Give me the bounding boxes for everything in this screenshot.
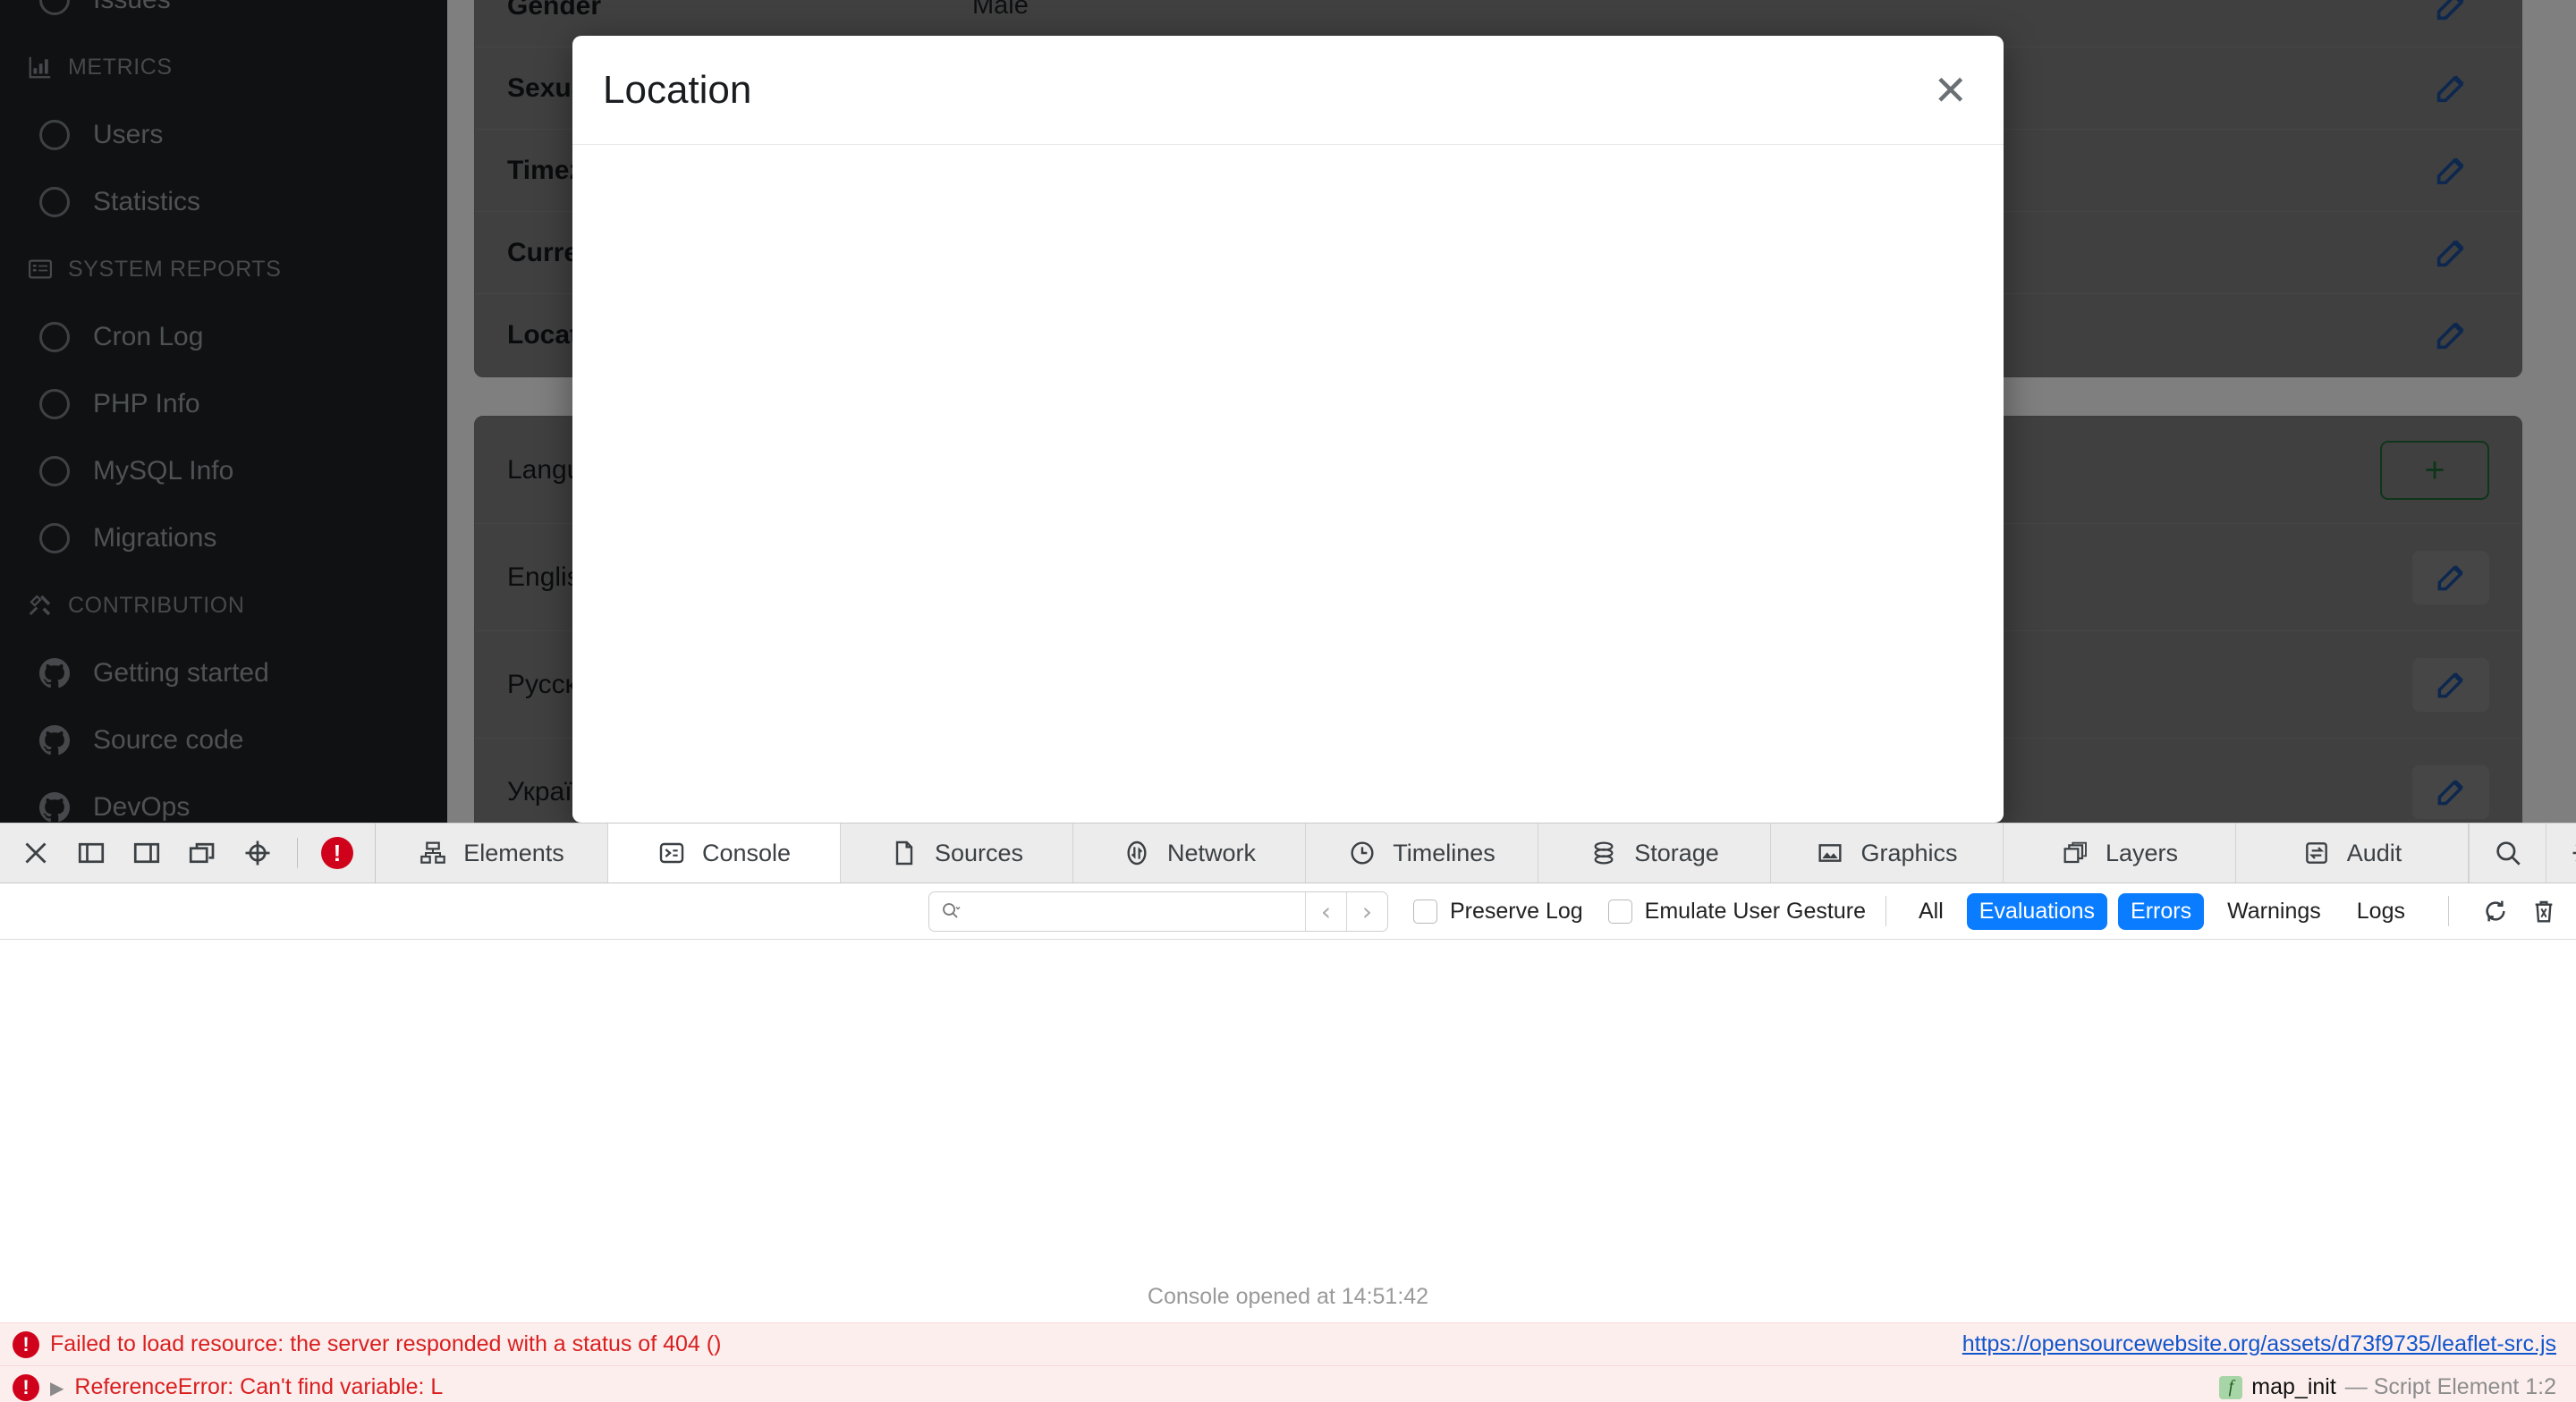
devtools-panel: ! Elements Console Sources Network Timel…	[0, 823, 2576, 1402]
error-icon: !	[13, 1330, 39, 1358]
search-icon	[943, 903, 961, 918]
filter-pill-evaluations[interactable]: Evaluations	[1966, 892, 2108, 930]
tab-elements[interactable]: Elements	[376, 823, 608, 883]
console-log-row[interactable]: ! ▶ ReferenceError: Can't find variable:…	[0, 1365, 2576, 1402]
modal-body-map-area	[572, 145, 2004, 822]
tab-label: Timelines	[1393, 839, 1496, 866]
devtools-tabbar: ! Elements Console Sources Network Timel…	[0, 823, 2576, 883]
audit-icon	[2305, 842, 2327, 864]
console-log-row[interactable]: ! Failed to load resource: the server re…	[0, 1322, 2576, 1365]
modal-header: Location ✕	[572, 36, 2004, 145]
tab-label: Elements	[463, 839, 564, 866]
tab-label: Network	[1166, 839, 1257, 866]
elements-icon	[420, 841, 446, 864]
tab-graphics[interactable]: Graphics	[1771, 823, 2004, 883]
divider	[297, 838, 298, 868]
trash-icon[interactable]	[2529, 897, 2558, 925]
timelines-icon	[1351, 841, 1374, 865]
tab-network[interactable]: Network	[1073, 823, 1306, 883]
checkbox[interactable]	[1412, 899, 1437, 924]
function-icon: f	[2219, 1375, 2243, 1399]
refresh-icon[interactable]	[2481, 897, 2510, 925]
trash-icon-glyph	[2535, 900, 2553, 923]
search-icon-glyph	[2496, 841, 2521, 866]
dock-right-icon[interactable]	[131, 837, 163, 869]
network-icon	[1127, 840, 1147, 866]
tab-sources[interactable]: Sources	[841, 823, 1073, 883]
filter-pill-warnings[interactable]: Warnings	[2215, 893, 2334, 930]
expand-triangle-icon[interactable]: ▶	[50, 1377, 64, 1398]
console-opened-message: Console opened at 14:51:42	[1147, 1284, 1429, 1309]
modal-title: Location	[603, 67, 752, 112]
console-source-name: map_init	[2251, 1374, 2336, 1399]
gear-icon[interactable]	[2546, 823, 2576, 883]
search-icon[interactable]	[2469, 823, 2546, 883]
emulate-user-gesture-label: Emulate User Gesture	[1644, 898, 1866, 924]
console-log-text: ReferenceError: Can't find variable: L	[74, 1374, 444, 1399]
console-search-input[interactable]	[967, 898, 1294, 925]
tab-timelines[interactable]: Timelines	[1306, 823, 1538, 883]
tab-label: Sources	[934, 839, 1024, 866]
filter-pill-errors[interactable]: Errors	[2118, 892, 2205, 930]
tab-label: Layers	[2105, 839, 2179, 866]
filter-pill-logs[interactable]: Logs	[2344, 893, 2418, 930]
gear-icon-glyph	[2572, 844, 2576, 862]
console-filter-bar: ‹ › Preserve Log Emulate User Gesture Al…	[0, 883, 2576, 940]
tab-label: Audit	[2346, 839, 2402, 866]
devtools-controls: !	[0, 823, 376, 883]
console-source-meta: — Script Element 1:2	[2344, 1374, 2556, 1399]
devtools-tab-icons	[2469, 823, 2576, 883]
checkbox[interactable]	[1607, 899, 1632, 924]
search-next-button[interactable]: ›	[1345, 891, 1387, 931]
dock-undock-icon[interactable]	[186, 837, 218, 869]
search-prev-button[interactable]: ‹	[1304, 891, 1346, 931]
error-count-badge[interactable]: !	[321, 837, 353, 869]
emulate-user-gesture-toggle[interactable]: Emulate User Gesture	[1607, 898, 1866, 925]
filter-pill-all[interactable]: All	[1906, 893, 1956, 930]
close-devtools-icon[interactable]	[20, 837, 52, 869]
tab-storage[interactable]: Storage	[1538, 823, 1771, 883]
sources-icon	[895, 840, 913, 866]
inspect-element-icon[interactable]	[242, 837, 274, 869]
console-source-ref[interactable]: f map_init — Script Element 1:2	[2219, 1374, 2556, 1400]
layers-icon	[2063, 841, 2087, 864]
tab-label: Storage	[1634, 839, 1719, 866]
divider	[1885, 896, 1886, 926]
error-icon: !	[13, 1373, 39, 1401]
console-search-box[interactable]	[929, 892, 1305, 931]
dock-left-icon[interactable]	[75, 837, 107, 869]
tab-label: Graphics	[1860, 839, 1958, 866]
refresh-icon-glyph	[2486, 900, 2505, 922]
console-search-group: ‹ ›	[928, 891, 1388, 932]
preserve-log-label: Preserve Log	[1449, 898, 1583, 924]
preserve-log-toggle[interactable]: Preserve Log	[1412, 898, 1583, 925]
console-source-link[interactable]: https://opensourcewebsite.org/assets/d73…	[1962, 1331, 2556, 1357]
tab-console[interactable]: Console	[608, 823, 841, 883]
tab-label: Console	[701, 839, 792, 866]
app-page: Issues METRICS Users Statistics	[0, 0, 2576, 823]
close-icon[interactable]: ✕	[1933, 70, 1968, 111]
console-icon	[659, 842, 684, 864]
console-log-text: Failed to load resource: the server resp…	[50, 1331, 722, 1356]
tab-layers[interactable]: Layers	[2004, 823, 2236, 883]
divider	[2448, 896, 2449, 926]
location-modal: Location ✕	[572, 36, 2004, 823]
graphics-icon	[1818, 844, 1843, 862]
storage-icon	[1594, 841, 1614, 865]
tab-audit[interactable]: Audit	[2236, 823, 2469, 883]
console-output: Console opened at 14:51:42 ! Failed to l…	[0, 940, 2576, 1402]
